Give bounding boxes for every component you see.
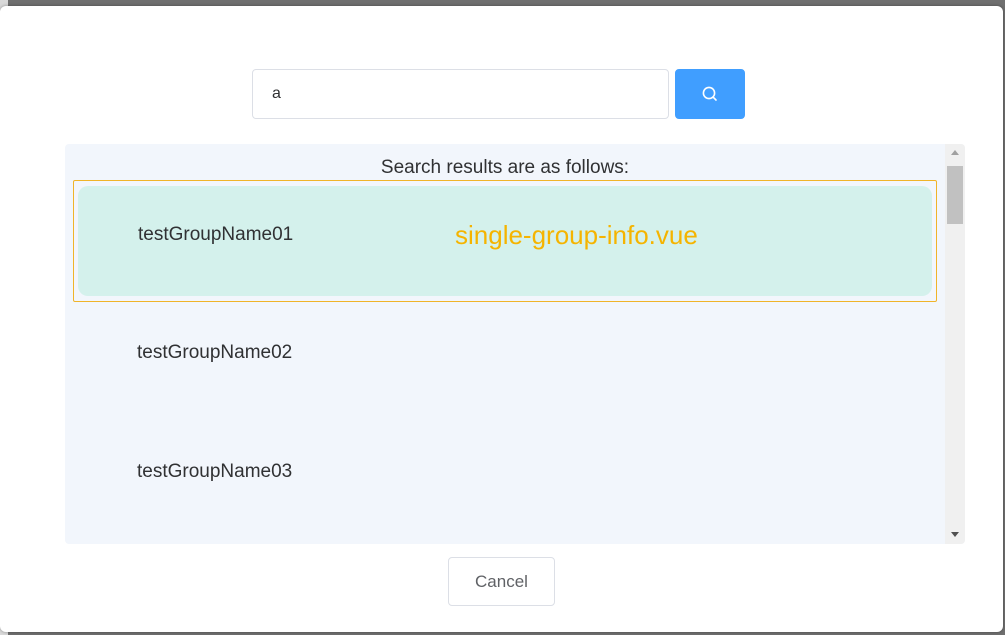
scroll-thumb[interactable]: [947, 166, 963, 224]
scroll-up-arrow-icon[interactable]: [945, 144, 965, 160]
search-bar: [252, 69, 745, 119]
search-button[interactable]: [675, 69, 745, 119]
group-list-item[interactable]: testGroupName02: [73, 299, 937, 421]
cancel-button[interactable]: Cancel: [448, 557, 555, 606]
group-list-item[interactable]: testGroupName03: [73, 418, 937, 540]
group-name: testGroupName03: [137, 461, 293, 482]
search-icon: [702, 86, 717, 101]
search-input[interactable]: [252, 69, 669, 119]
results-heading: Search results are as follows:: [380, 157, 630, 178]
results-scrollbar[interactable]: [945, 144, 965, 544]
search-group-dialog: Search results are as follows: testGroup…: [0, 6, 1003, 632]
group-name: testGroupName02: [137, 342, 293, 363]
group-name: testGroupName01: [138, 224, 294, 245]
component-file-annotation: single-group-info.vue: [455, 220, 698, 250]
search-results-panel: Search results are as follows: testGroup…: [65, 144, 965, 544]
group-list-item[interactable]: testGroupName01 single-group-info.vue: [73, 180, 937, 302]
scroll-down-arrow-icon[interactable]: [945, 526, 965, 542]
